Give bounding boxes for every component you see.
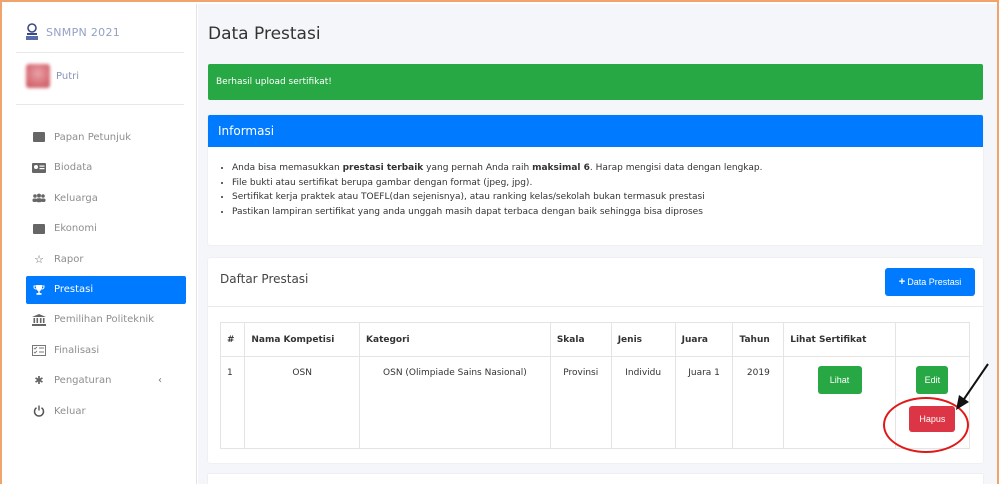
column-header: # (219, 322, 246, 357)
sidebar-item-label: Pengaturan (54, 375, 112, 387)
user-name: Putri (56, 70, 80, 82)
sidebar-nav: Papan Petunjuk Biodata Keluarga Ekonomi … (26, 122, 186, 427)
info-header: Informasi (208, 115, 983, 147)
user-panel[interactable]: Putri (26, 64, 79, 88)
cell-kategori: OSN (Olimpiade Sains Nasional) (359, 356, 551, 449)
cell-no: 1 (219, 356, 246, 449)
checklist-icon (32, 344, 46, 356)
main-content: Data Prestasi Berhasil upload sertifikat… (198, 4, 997, 484)
sidebar-item-keluar[interactable]: Keluar (26, 396, 186, 427)
sidebar-item-keluarga[interactable]: Keluarga (26, 183, 186, 214)
power-icon (32, 405, 46, 417)
table-row: 1 OSN OSN (Olimpiade Sains Nasional) Pro… (219, 356, 971, 449)
list-item: Sertifikat kerja praktek atau TOEFL(dan … (232, 190, 969, 205)
alert-message: Berhasil upload sertifikat! (216, 77, 332, 87)
app-frame: SNMPN 2021 Putri Papan Petunjuk Biodata (0, 0, 999, 484)
sidebar-item-pemilihan-politeknik[interactable]: Pemilihan Politeknik (26, 305, 186, 336)
column-header: Juara (674, 322, 734, 357)
trophy-icon (32, 284, 46, 296)
table-header-row: # Nama Kompetisi Kategori Skala Jenis Ju… (219, 322, 971, 357)
sidebar-item-label: Papan Petunjuk (54, 131, 132, 143)
list-item: Pastikan lampiran sertifikat yang anda u… (232, 205, 969, 220)
sidebar-item-pengaturan[interactable]: ✱ Pengaturan ‹ (26, 366, 186, 397)
avatar (26, 64, 50, 88)
edit-button[interactable]: Edit (916, 366, 949, 394)
column-header: Lihat Sertifikat (783, 322, 896, 357)
next-card (208, 474, 983, 484)
divider (16, 104, 184, 105)
cell-tahun: 2019 (732, 356, 785, 449)
sidebar-item-biodata[interactable]: Biodata (26, 153, 186, 184)
id-card-icon (32, 162, 46, 174)
sidebar-item-label: Pemilihan Politeknik (54, 314, 155, 326)
divider (16, 52, 184, 53)
chevron-left-icon: ‹ (158, 375, 162, 387)
list-item: File bukti atau sertifikat berupa gambar… (232, 176, 969, 191)
sidebar-item-label: Prestasi (54, 284, 94, 295)
column-header: Tahun (732, 322, 785, 357)
star-icon: ☆ (34, 252, 44, 266)
cell-nama: OSN (244, 356, 361, 449)
sidebar-item-papan-petunjuk[interactable]: Papan Petunjuk (26, 122, 186, 153)
sidebar-item-label: Ekonomi (54, 223, 97, 235)
column-header: Skala (549, 322, 612, 357)
cell-skala: Provinsi (549, 356, 612, 449)
plus-icon: + (898, 276, 906, 288)
info-list: Anda bisa memasukkan prestasi terbaik ya… (208, 147, 983, 219)
sidebar-item-ekonomi[interactable]: Ekonomi (26, 214, 186, 245)
info-title: Informasi (218, 124, 275, 138)
users-icon (32, 192, 46, 204)
logo-icon (24, 22, 40, 42)
divider (208, 306, 983, 307)
gear-icon: ✱ (34, 374, 44, 388)
sidebar: SNMPN 2021 Putri Papan Petunjuk Biodata (4, 4, 197, 484)
prestasi-title: Daftar Prestasi (220, 272, 309, 286)
sidebar-item-label: Keluar (54, 405, 86, 417)
column-header: Jenis (610, 322, 676, 357)
info-card: Informasi Anda bisa memasukkan prestasi … (208, 115, 983, 245)
add-prestasi-button[interactable]: + Data Prestasi (885, 268, 975, 296)
brand[interactable]: SNMPN 2021 (24, 22, 120, 42)
sidebar-item-rapor[interactable]: ☆ Rapor (26, 244, 186, 275)
cell-jenis: Individu (610, 356, 676, 449)
column-header (894, 322, 971, 357)
cell-juara: Juara 1 (674, 356, 734, 449)
column-header: Nama Kompetisi (244, 322, 361, 357)
cell-actions: Edit Hapus (894, 356, 971, 449)
university-icon (32, 313, 46, 326)
sidebar-item-label: Keluarga (54, 192, 98, 204)
add-prestasi-label: Data Prestasi (907, 277, 962, 287)
brand-title: SNMPN 2021 (46, 25, 121, 39)
prestasi-table: # Nama Kompetisi Kategori Skala Jenis Ju… (219, 322, 971, 449)
page-title: Data Prestasi (208, 24, 321, 44)
success-alert: Berhasil upload sertifikat! (208, 64, 983, 100)
sidebar-item-label: Biodata (54, 162, 93, 174)
dashboard-icon (32, 131, 46, 143)
sidebar-item-label: Finalisasi (54, 344, 100, 356)
lihat-button[interactable]: Lihat (817, 366, 862, 394)
hapus-button[interactable]: Hapus (909, 406, 956, 432)
sidebar-item-finalisasi[interactable]: Finalisasi (26, 335, 186, 366)
column-header: Kategori (359, 322, 551, 357)
cell-lihat: Lihat (783, 356, 896, 449)
sidebar-item-prestasi[interactable]: Prestasi (26, 275, 186, 304)
wallet-icon (32, 223, 46, 235)
list-item: Anda bisa memasukkan prestasi terbaik ya… (232, 161, 969, 176)
sidebar-item-label: Rapor (54, 253, 84, 265)
prestasi-card: Daftar Prestasi + Data Prestasi # Nama K… (208, 258, 983, 463)
